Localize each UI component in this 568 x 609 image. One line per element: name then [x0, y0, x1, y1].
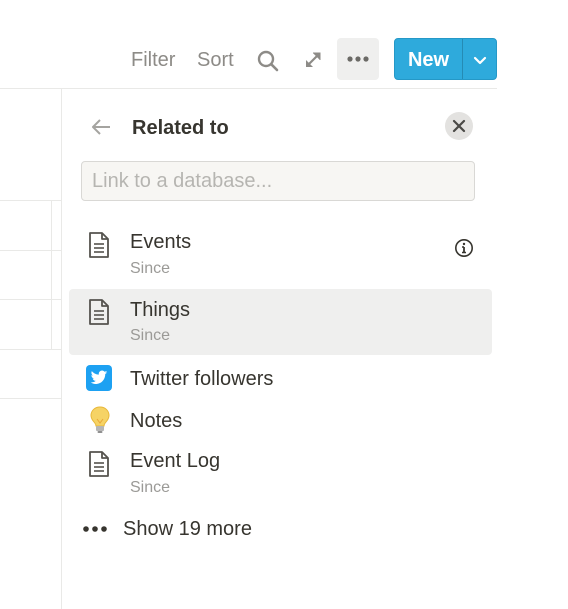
show-more-label: Show 19 more [123, 518, 252, 540]
chevron-down-icon[interactable] [472, 54, 488, 72]
panel-title: Related to [132, 117, 229, 139]
database-toolbar: Filter Sort New [0, 0, 568, 88]
list-item-sublabel: Since [130, 479, 171, 496]
list-item-label: Notes [130, 410, 183, 432]
filter-button[interactable]: Filter [131, 48, 175, 72]
list-item-twitter-followers[interactable]: Twitter followers [69, 361, 492, 395]
twitter-icon [86, 365, 112, 391]
list-item-notes[interactable]: Notes [69, 403, 492, 437]
list-item-events[interactable]: Events Since [69, 221, 492, 283]
table-column-divider [51, 200, 52, 349]
relation-panel: Related to Events Since [61, 89, 498, 609]
new-button-group: New [394, 38, 497, 80]
more-horizontal-icon [347, 56, 369, 62]
database-search-input[interactable] [81, 161, 475, 201]
new-button[interactable]: New [395, 39, 462, 81]
list-item-event-log[interactable]: Event Log Since [69, 441, 492, 503]
info-icon[interactable] [454, 238, 474, 263]
table-row-divider [0, 398, 61, 399]
search-icon[interactable] [256, 49, 280, 73]
more-options-button[interactable] [337, 38, 379, 80]
more-horizontal-icon [83, 526, 107, 532]
list-item-label: Events [130, 231, 192, 253]
page-icon [87, 298, 111, 331]
table-row-divider [0, 349, 61, 350]
page-icon [87, 231, 111, 264]
list-item-sublabel: Since [130, 260, 171, 277]
list-item-things[interactable]: Things Since [69, 289, 492, 355]
list-item-sublabel: Since [130, 327, 171, 344]
list-item-label: Twitter followers [130, 368, 274, 390]
lightbulb-icon [87, 405, 113, 440]
sort-button[interactable]: Sort [197, 48, 234, 72]
close-icon [452, 119, 466, 133]
list-item-label: Event Log [130, 450, 221, 472]
close-button[interactable] [445, 112, 473, 140]
list-item-label: Things [130, 299, 191, 321]
button-divider [462, 39, 463, 79]
expand-icon[interactable] [302, 49, 324, 71]
page-icon [87, 450, 111, 483]
arrow-left-icon[interactable] [90, 116, 112, 143]
app-root: Filter Sort New Related to Link to a dat… [0, 0, 568, 609]
